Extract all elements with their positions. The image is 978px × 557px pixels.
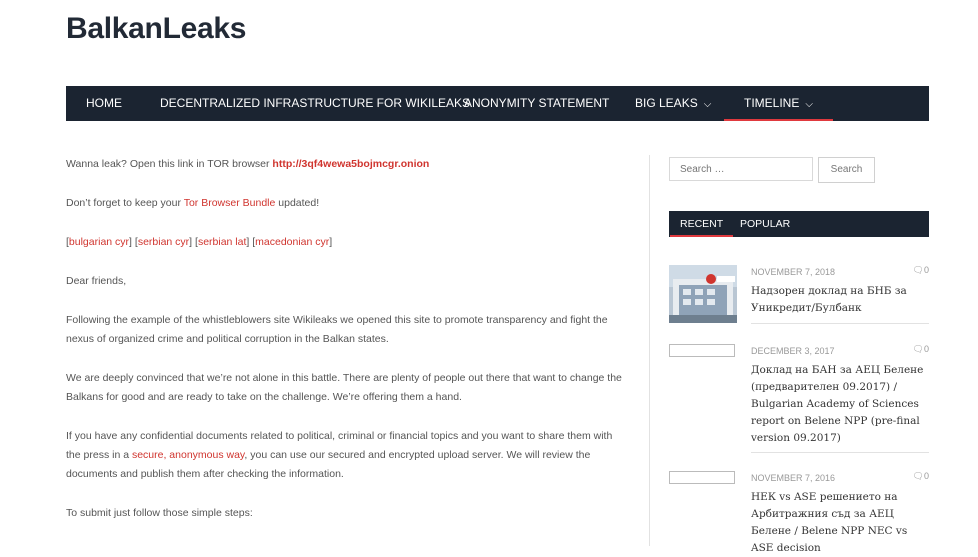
secure-anonymous-link[interactable]: secure, anonymous way [132,449,244,461]
tab-popular[interactable]: POPULAR [740,211,790,237]
lang-link-serbian-cyr[interactable]: serbian cyr [138,236,189,248]
post-date: NOVEMBER 7, 2018 [751,267,836,277]
sidebar-tabs: RECENT POPULAR [669,211,929,237]
comment-count[interactable]: 🗨0 [913,344,929,355]
post-title[interactable]: НЕК vs ASE решението на Арбитражния съд … [751,489,927,557]
comment-icon: 🗨 [912,344,924,354]
lang-link-macedonian-cyr[interactable]: macedonian cyr [255,236,329,248]
text: updated! [275,197,320,209]
main-content: Wanna leak? Open this link in TOR browse… [66,155,626,523]
text: Wanna leak? Open this link in TOR browse… [66,158,273,170]
search-input[interactable] [669,157,813,181]
recent-post[interactable]: DECEMBER 3, 2017 🗨0 Доклад на БАН за АЕЦ… [669,344,929,454]
post-thumbnail-broken[interactable] [669,344,735,357]
comment-icon: 🗨 [912,265,924,275]
nav-label: DECENTRALIZED INFRASTRUCTURE FOR WIKILEA… [160,96,471,110]
paragraph-steps: To submit just follow those simple steps… [66,507,253,519]
site-title[interactable]: BalkanLeaks [66,12,246,46]
lang-link-bulgarian-cyr[interactable]: bulgarian cyr [69,236,129,248]
post-title[interactable]: Надзорен доклад на БНБ за Уникредит/Булб… [751,283,927,317]
nav-item-big-leaks[interactable]: BIG LEAKS ⌵ [635,86,711,121]
paragraph-intro: Following the example of the whistleblow… [66,314,608,345]
post-date: NOVEMBER 7, 2016 [751,473,836,483]
recent-post[interactable]: NOVEMBER 7, 2018 🗨0 Надзорен доклад на Б… [669,265,929,325]
chevron-down-icon: ⌵ [805,99,813,110]
nav-item-home[interactable]: HOME [86,86,122,121]
post-separator [751,323,929,324]
nav-item-anonymity-statement[interactable]: ANONYMITY STATEMENT [464,86,609,121]
paragraph-submit-info: If you have any confidential documents r… [66,427,626,484]
nav-item-timeline[interactable]: TIMELINE ⌵ [724,86,833,121]
comment-count-value: 0 [923,471,929,481]
nav-label: ANONYMITY STATEMENT [464,96,610,110]
comment-count-value: 0 [923,265,929,275]
nav-item-decentralized-infrastructure[interactable]: DECENTRALIZED INFRASTRUCTURE FOR WIKILEA… [160,86,470,121]
tor-notice: Don’t forget to keep your Tor Browser Bu… [66,194,626,213]
text: Don’t forget to keep your [66,197,184,209]
sidebar-divider [649,155,650,546]
nav-label: BIG LEAKS [635,96,698,110]
comment-count[interactable]: 🗨0 [913,471,929,482]
post-thumbnail-broken[interactable] [669,471,735,484]
recent-post[interactable]: NOVEMBER 7, 2016 🗨0 НЕК vs ASE решението… [669,471,929,554]
post-date: DECEMBER 3, 2017 [751,346,835,356]
tor-browser-link[interactable]: Tor Browser Bundle [184,197,276,209]
lang-link-serbian-lat[interactable]: serbian lat [198,236,246,248]
comment-icon: 🗨 [912,471,924,481]
language-links: [bulgarian cyr] [serbian cyr] [serbian l… [66,236,333,248]
nav-label: TIMELINE [744,96,800,110]
paragraph-not-alone: We are deeply convinced that we’re not a… [66,372,622,403]
nav-label: HOME [86,96,122,110]
leak-instruction: Wanna leak? Open this link in TOR browse… [66,155,626,174]
post-thumbnail[interactable] [669,265,737,323]
post-separator [751,452,929,453]
onion-link[interactable]: http://3qf4wewa5bojmcgr.onion [272,158,429,170]
tab-recent[interactable]: RECENT [669,211,734,237]
post-title[interactable]: Доклад на БАН за АЕЦ Белене (предварител… [751,362,927,447]
main-navigation: HOME DECENTRALIZED INFRASTRUCTURE FOR WI… [66,86,929,121]
search-button[interactable]: Search [818,157,875,183]
greeting: Dear friends, [66,275,127,287]
comment-count[interactable]: 🗨0 [913,265,929,276]
chevron-down-icon: ⌵ [703,99,712,110]
comment-count-value: 0 [923,344,929,354]
